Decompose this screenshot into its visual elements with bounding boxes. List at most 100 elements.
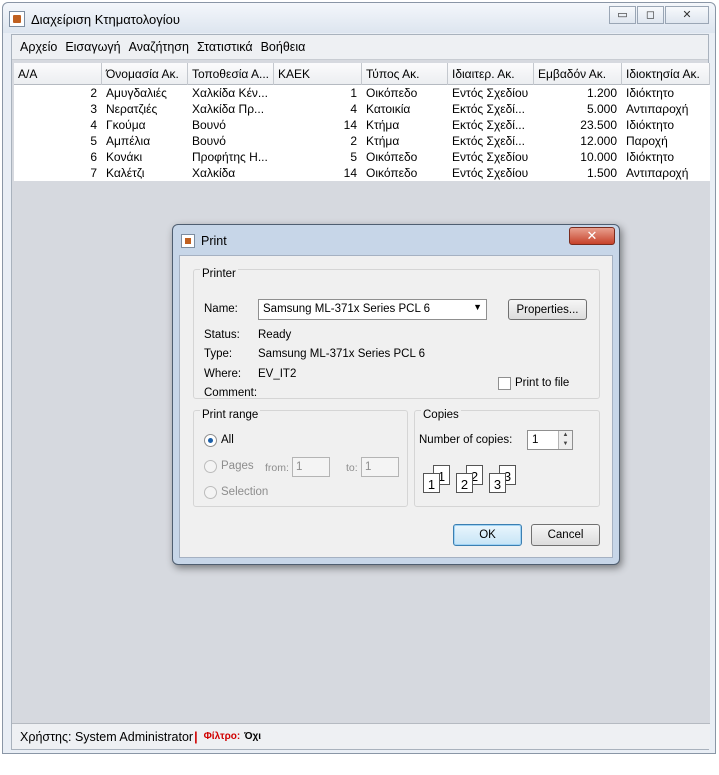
print-dialog-title: Print	[201, 234, 227, 248]
printer-group: Printer Name: Samsung ML-371x Series PCL…	[193, 268, 600, 399]
java-app-icon	[181, 234, 195, 248]
print-range-title: Print range	[200, 409, 261, 421]
title-bar[interactable]: Διαχείριση Κτηματολογίου ▭ ◻ ✕	[3, 3, 715, 33]
cell-name: Γκούμα	[106, 118, 146, 132]
window-title: Διαχείριση Κτηματολογίου	[31, 12, 180, 27]
column-header-aa[interactable]: Α/Α	[14, 63, 102, 85]
comment-label: Comment:	[204, 387, 258, 399]
menu-file[interactable]: Αρχείο	[20, 40, 57, 54]
status-user: Χρήστης: System Administrator	[20, 729, 194, 744]
cell-kaek: 14	[343, 166, 357, 180]
column-header-type[interactable]: Τύπος Ακ.	[362, 63, 448, 85]
spin-up-icon[interactable]: ▲	[559, 431, 572, 440]
table-header: Α/Α Όνομασία Ακ. Τοποθεσία Α... ΚΑΕΚ Τύπ…	[14, 63, 710, 85]
spin-down-icon[interactable]: ▼	[559, 440, 572, 449]
cell-kaek: 1	[350, 86, 357, 100]
status-separator: |	[194, 729, 198, 744]
type-label: Type:	[204, 348, 233, 360]
cell-kaek: 14	[343, 118, 357, 132]
type-value: Samsung ML-371x Series PCL 6	[258, 348, 426, 360]
where-value: EV_IT2	[258, 368, 297, 380]
properties-button[interactable]: Properties...	[508, 299, 587, 320]
cell-feature: Εντός Σχεδίου	[452, 150, 529, 164]
cell-aa: 3	[90, 102, 97, 116]
close-button[interactable]: ✕	[665, 6, 709, 24]
menu-insert[interactable]: Εισαγωγή	[65, 40, 120, 54]
column-header-name[interactable]: Όνομασία Ακ.	[102, 63, 188, 85]
collate-pages-icon-3: 3 3	[485, 465, 525, 495]
range-all-label[interactable]: All	[221, 434, 234, 446]
column-header-area[interactable]: Εμβαδόν Ακ.	[534, 63, 622, 85]
cell-name: Νερατζιές	[106, 102, 158, 116]
page-icon: 2	[456, 473, 473, 493]
cell-area: 1.200	[586, 86, 617, 100]
cell-aa: 7	[90, 166, 97, 180]
copies-group: Copies Number of copies: 1 ▲ ▼ 1 1 2 2 3…	[414, 409, 600, 507]
print-to-file-checkbox[interactable]	[498, 377, 511, 390]
menu-help[interactable]: Βοήθεια	[261, 40, 306, 54]
cell-type: Κτήμα	[366, 118, 400, 132]
cell-location: Βουνό	[192, 118, 226, 132]
range-all-radio[interactable]	[204, 434, 217, 447]
cell-name: Κονάκι	[106, 150, 143, 164]
column-header-feature[interactable]: Ιδιαιτερ. Ακ.	[448, 63, 534, 85]
menu-bar: Αρχείο Εισαγωγή Αναζήτηση Στατιστικά Βοή…	[12, 35, 708, 60]
cell-kaek: 5	[350, 150, 357, 164]
where-label: Where:	[204, 368, 242, 380]
print-dialog-body: Printer Name: Samsung ML-371x Series PCL…	[179, 255, 613, 558]
range-selection-radio[interactable]	[204, 486, 217, 499]
print-to-file-label[interactable]: Print to file	[515, 377, 569, 389]
cell-feature: Εντός Σχεδίου	[452, 86, 529, 100]
ok-button[interactable]: OK	[453, 524, 522, 546]
cell-type: Οικόπεδο	[366, 86, 418, 100]
range-selection-label[interactable]: Selection	[221, 486, 268, 498]
cell-aa: 4	[90, 118, 97, 132]
column-header-location[interactable]: Τοποθεσία Α...	[188, 63, 274, 85]
cell-ownership: Παροχή	[626, 134, 668, 148]
copies-value: 1	[532, 434, 539, 446]
range-pages-label[interactable]: Pages	[221, 460, 254, 472]
column-header-kaek[interactable]: ΚΑΕΚ	[274, 63, 362, 85]
menu-statistics[interactable]: Στατιστικά	[197, 40, 253, 54]
cell-kaek: 4	[350, 102, 357, 116]
cell-aa: 2	[90, 86, 97, 100]
table-row[interactable]: 3 Νερατζιές Χαλκίδα Πρ... 4 Κατοικία Εκτ…	[14, 101, 710, 117]
minimize-button[interactable]: ▭	[609, 6, 636, 24]
cell-kaek: 2	[350, 134, 357, 148]
cell-area: 1.500	[586, 166, 617, 180]
table-row[interactable]: 7 Καλέτζι Χαλκίδα 14 Οικόπεδο Εντός Σχεδ…	[14, 165, 710, 181]
dialog-close-button[interactable]: ✕	[569, 227, 615, 245]
cell-name: Καλέτζι	[106, 166, 145, 180]
table-row[interactable]: 5 Αμπέλια Βουνό 2 Κτήμα Εκτός Σχεδί... 1…	[14, 133, 710, 149]
copies-spinner[interactable]: 1 ▲ ▼	[527, 430, 573, 450]
status-filter-label: Φίλτρο:	[203, 731, 241, 742]
table-row[interactable]: 4 Γκούμα Βουνό 14 Κτήμα Εκτός Σχεδί... 2…	[14, 117, 710, 133]
from-label: from:	[265, 462, 289, 474]
table-row[interactable]: 6 Κονάκι Προφήτης Η... 5 Οικόπεδο Εντός …	[14, 149, 710, 165]
print-range-group: Print range All Pages from: 1 to: 1 Sele…	[193, 409, 408, 507]
cell-feature: Εντός Σχεδίου	[452, 166, 529, 180]
cell-aa: 6	[90, 150, 97, 164]
cell-ownership: Ιδιόκτητο	[626, 150, 675, 164]
cancel-button[interactable]: Cancel	[531, 524, 600, 546]
column-header-ownership[interactable]: Ιδιοκτησία Ακ.	[622, 63, 710, 85]
to-page-input[interactable]: 1	[361, 457, 399, 477]
status-filter-value: Όχι	[244, 731, 262, 742]
table-row[interactable]: 2 Αμυγδαλιές Χαλκίδα Κέν... 1 Οικόπεδο Ε…	[14, 85, 710, 101]
menu-search[interactable]: Αναζήτηση	[129, 40, 189, 54]
cell-name: Αμπέλια	[106, 134, 151, 148]
java-app-icon	[9, 11, 25, 27]
cell-feature: Εκτός Σχεδί...	[452, 134, 525, 148]
copies-group-title: Copies	[421, 409, 461, 421]
printer-name-label: Name:	[204, 303, 238, 315]
printer-name-select[interactable]: Samsung ML-371x Series PCL 6 ▼	[258, 299, 487, 320]
cell-ownership: Ιδιόκτητο	[626, 118, 675, 132]
print-dialog-title-bar[interactable]: Print ✕	[173, 225, 619, 255]
from-page-input[interactable]: 1	[292, 457, 330, 477]
table-body: 2 Αμυγδαλιές Χαλκίδα Κέν... 1 Οικόπεδο Ε…	[14, 85, 710, 181]
cell-location: Βουνό	[192, 134, 226, 148]
maximize-button[interactable]: ◻	[637, 6, 664, 24]
range-pages-radio[interactable]	[204, 460, 217, 473]
window-controls: ▭ ◻ ✕	[608, 6, 709, 24]
chevron-down-icon: ▼	[473, 302, 482, 312]
